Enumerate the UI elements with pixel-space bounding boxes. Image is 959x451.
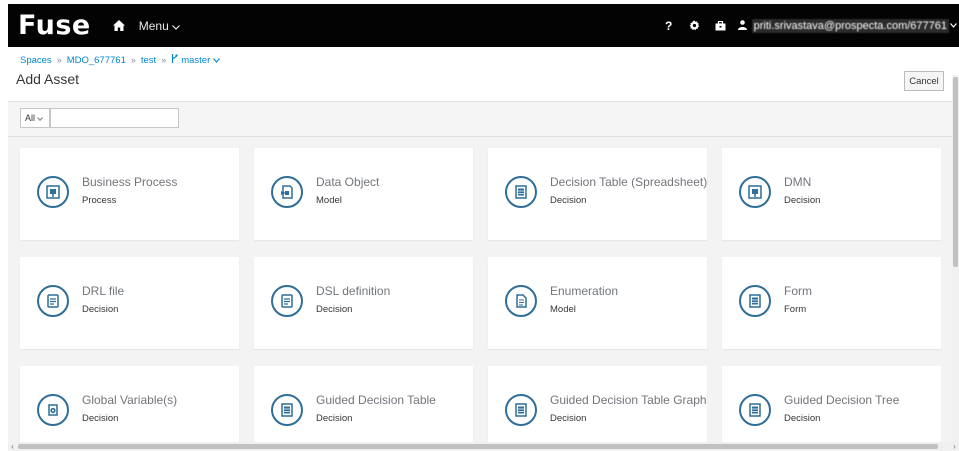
asset-card-type: Decision xyxy=(82,304,119,315)
data-object-icon xyxy=(271,176,303,208)
scroll-left-icon[interactable]: ‹ xyxy=(8,442,17,451)
chevron-down-icon xyxy=(37,113,43,123)
asset-card-title: Guided Decision Table xyxy=(316,393,436,407)
asset-card-title: Guided Decision Table Graph xyxy=(550,393,707,407)
form-icon xyxy=(739,285,771,317)
asset-card-type: Model xyxy=(550,304,576,315)
dsl-definition-icon xyxy=(271,285,303,317)
menu-dropdown[interactable]: Menu xyxy=(139,19,180,33)
chevron-down-icon xyxy=(213,55,221,66)
asset-card-form[interactable]: Form Form xyxy=(722,257,941,349)
cancel-button[interactable]: Cancel xyxy=(904,71,944,91)
global-variables-icon xyxy=(37,394,69,426)
guided-decision-tree-icon xyxy=(739,394,771,426)
business-process-icon xyxy=(37,176,69,208)
breadcrumb-separator-icon: » xyxy=(56,55,62,65)
breadcrumb-space[interactable]: MDO_677761 xyxy=(67,55,126,66)
asset-card-title: DRL file xyxy=(82,284,125,298)
asset-card-title: Business Process xyxy=(82,175,178,189)
asset-card-dsl-definition[interactable]: DSL definition Decision xyxy=(254,257,473,349)
asset-card-type: Process xyxy=(82,195,117,206)
asset-card-title: Form xyxy=(784,284,812,298)
page-title: Add Asset xyxy=(16,71,80,87)
brand-logo[interactable]: Fuse xyxy=(18,10,91,41)
breadcrumb-spaces[interactable]: Spaces xyxy=(20,55,52,66)
page-header: Spaces » MDO_677761 » test » master Add … xyxy=(8,47,959,101)
horizontal-scrollbar-thumb[interactable] xyxy=(18,444,938,449)
decision-table-icon xyxy=(505,176,537,208)
user-label: priti.srivastava@prospecta.com/677761 xyxy=(751,18,949,33)
asset-card-data-object[interactable]: Data Object Model xyxy=(254,148,473,240)
branch-selector[interactable]: master xyxy=(171,54,221,66)
breadcrumb: Spaces » MDO_677761 » test » master xyxy=(20,54,221,66)
asset-card-dmn[interactable]: DMN Decision xyxy=(722,148,941,240)
navbar-right: ? priti.srivastava@prospecta.com/677761 xyxy=(656,4,959,47)
guided-decision-table-icon xyxy=(271,394,303,426)
asset-card-business-process[interactable]: Business Process Process xyxy=(20,148,239,240)
enumeration-icon xyxy=(505,285,537,317)
asset-card-type: Decision xyxy=(316,304,353,315)
breadcrumb-project[interactable]: test xyxy=(141,55,156,66)
chevron-down-icon xyxy=(950,20,957,31)
asset-card-guided-decision-tree[interactable]: Guided Decision Tree Decision xyxy=(722,366,941,451)
asset-card-type: Model xyxy=(316,195,342,206)
asset-card-title: DMN xyxy=(784,175,812,189)
asset-card-title: Enumeration xyxy=(550,284,619,298)
horizontal-scrollbar[interactable]: ‹ › xyxy=(8,442,959,451)
asset-card-drl-file[interactable]: DRL file Decision xyxy=(20,257,239,349)
branch-icon xyxy=(171,54,178,66)
breadcrumb-separator-icon: » xyxy=(130,55,136,65)
asset-card-decision-table[interactable]: Decision Table (Spreadsheet) Decision xyxy=(488,148,707,240)
asset-card-title: Global Variable(s) xyxy=(82,393,178,407)
scroll-right-icon[interactable]: › xyxy=(950,442,959,451)
category-filter-select[interactable]: All xyxy=(20,108,50,128)
app-frame: Fuse Menu ? priti.srivastava@prospecta.c… xyxy=(8,4,959,451)
breadcrumb-separator-icon: » xyxy=(161,55,167,65)
user-icon xyxy=(737,17,747,35)
asset-card-type: Decision xyxy=(82,413,119,424)
filter-bar: All xyxy=(8,101,959,137)
home-icon[interactable] xyxy=(112,19,127,33)
asset-card-guided-decision-table-graph[interactable]: Guided Decision Table Graph Decision xyxy=(488,366,707,451)
briefcase-icon[interactable] xyxy=(708,4,734,47)
asset-card-type: Decision xyxy=(784,195,821,206)
asset-card-type: Decision xyxy=(316,413,353,424)
asset-card-global-variables[interactable]: Global Variable(s) Decision xyxy=(20,366,239,451)
asset-card-title: Guided Decision Tree xyxy=(784,393,900,407)
asset-card-title: Data Object xyxy=(316,175,380,189)
user-menu[interactable]: priti.srivastava@prospecta.com/677761 xyxy=(737,4,959,47)
gear-icon[interactable] xyxy=(682,4,708,47)
asset-card-type: Form xyxy=(784,304,807,315)
dmn-icon xyxy=(739,176,771,208)
asset-card-type: Decision xyxy=(784,413,821,424)
asset-card-title: DSL definition xyxy=(316,284,391,298)
help-icon[interactable]: ? xyxy=(656,4,682,47)
asset-card-type: Decision xyxy=(550,195,587,206)
asset-card-enumeration[interactable]: Enumeration Model xyxy=(488,257,707,349)
asset-card-type: Decision xyxy=(550,413,587,424)
guided-decision-table-graph-icon xyxy=(505,394,537,426)
menu-label: Menu xyxy=(138,18,169,33)
asset-search-input[interactable] xyxy=(50,108,179,128)
top-navbar: Fuse Menu ? priti.srivastava@prospecta.c… xyxy=(8,4,959,47)
drl-file-icon xyxy=(37,285,69,317)
asset-card-guided-decision-table[interactable]: Guided Decision Table Decision xyxy=(254,366,473,451)
vertical-scrollbar-thumb[interactable] xyxy=(953,77,958,267)
asset-card-title: Decision Table (Spreadsheet) xyxy=(550,175,708,189)
category-filter-value: All xyxy=(25,113,36,123)
chevron-down-icon xyxy=(171,19,180,33)
vertical-scrollbar[interactable] xyxy=(952,75,959,451)
branch-label: master xyxy=(181,54,211,66)
